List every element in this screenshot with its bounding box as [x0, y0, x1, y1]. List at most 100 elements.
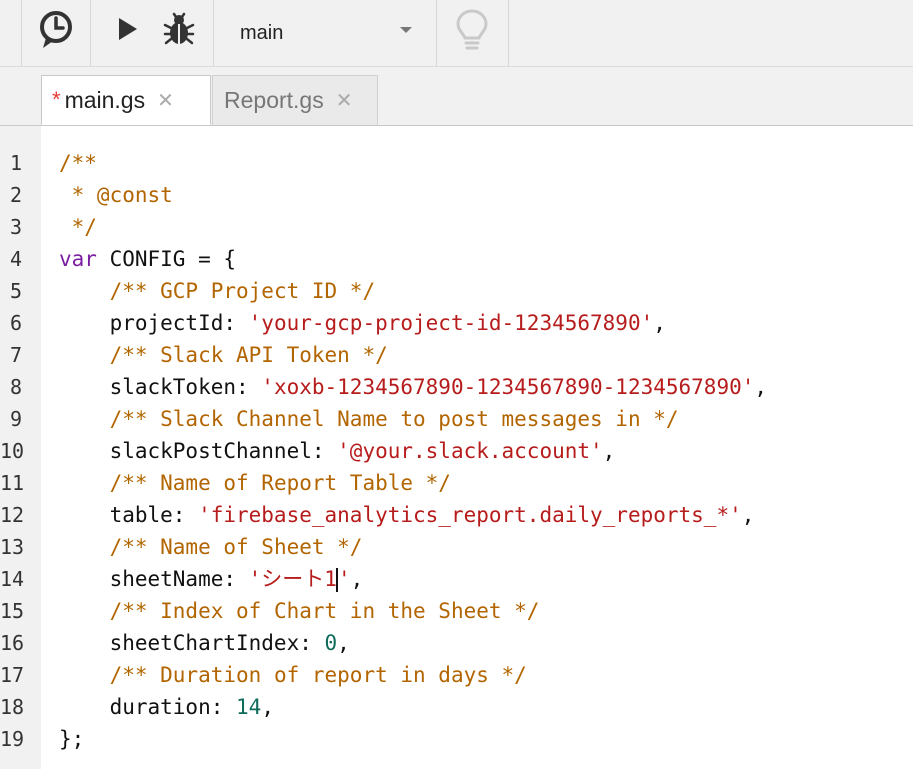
code-line: sheetName: 'シート1', [59, 563, 363, 595]
code-comment: /** Index of Chart in the Sheet */ [109, 599, 540, 623]
code-text: table: [59, 503, 199, 527]
line-number: 17 [0, 663, 25, 687]
code-line: table: 'firebase_analytics_report.daily_… [59, 499, 755, 531]
code-number: 14 [236, 695, 262, 719]
code-text: , [261, 695, 274, 719]
code-keyword: var [59, 247, 97, 271]
code-line: /** Slack Channel Name to post messages … [59, 403, 679, 435]
code-line: /** GCP Project ID */ [59, 275, 376, 307]
line-number: 8 [9, 375, 22, 399]
line-number: 12 [0, 503, 25, 527]
code-text: slackToken: [59, 375, 262, 399]
code-text: duration: [59, 695, 237, 719]
line-number: 1 [9, 151, 22, 175]
close-icon[interactable]: ✕ [336, 88, 353, 113]
line-number: 10 [0, 439, 25, 463]
chevron-down-icon [400, 27, 412, 33]
line-number: 5 [9, 279, 22, 303]
function-select-value: main [240, 21, 284, 44]
code-comment: /** Name of Sheet */ [109, 535, 363, 559]
debug-bug-icon[interactable] [158, 8, 200, 50]
run-icon[interactable] [110, 12, 144, 46]
code-text: , [741, 503, 755, 527]
toolbar-divider [436, 0, 437, 66]
line-number: 4 [9, 247, 22, 271]
code-line: /** Name of Report Table */ [59, 467, 451, 499]
close-icon[interactable]: ✕ [157, 88, 174, 113]
code-text: CONFIG = { [96, 247, 237, 271]
code-line: slackToken: 'xoxb-1234567890-1234567890-… [59, 371, 767, 403]
line-number: 15 [0, 599, 25, 623]
line-number: 13 [0, 535, 25, 559]
code-comment: /** Slack Channel Name to post messages … [109, 407, 679, 431]
code-text: , [337, 631, 350, 655]
code-text: }; [59, 727, 85, 751]
code-string: 'firebase_analytics_report.daily_reports… [198, 503, 742, 527]
code-text: projectId: [59, 311, 249, 335]
code-text: , [653, 311, 666, 335]
line-number: 6 [9, 311, 22, 335]
code-line: /** Duration of report in days */ [59, 659, 527, 691]
code-text: , [602, 439, 616, 463]
lightbulb-icon[interactable] [450, 6, 494, 54]
code-line: */ [59, 211, 97, 243]
code-comment: */ [59, 215, 97, 239]
code-comment: /** Name of Report Table */ [109, 471, 451, 495]
code-line: /** Index of Chart in the Sheet */ [59, 595, 540, 627]
toolbar-divider [508, 0, 509, 66]
file-tabs: * main.gs ✕ Report.gs ✕ [0, 67, 913, 126]
toolbar: main [0, 0, 913, 67]
line-number: 19 [0, 727, 25, 751]
code-comment: /** Duration of report in days */ [109, 663, 527, 687]
code-comment: /** Slack API Token */ [109, 343, 388, 367]
line-number: 14 [0, 567, 25, 591]
code-text: , [754, 375, 768, 399]
tab-label: main.gs [64, 86, 146, 113]
code-line: * @const [59, 179, 173, 211]
triggers-clock-icon[interactable] [34, 8, 78, 52]
tab-label: Report.gs [224, 87, 324, 113]
tab-main-gs[interactable]: * main.gs ✕ [41, 75, 211, 125]
code-string: 'シート1 [248, 567, 337, 591]
toolbar-divider [90, 0, 91, 66]
line-number: 11 [0, 471, 25, 495]
line-number: 9 [9, 407, 22, 431]
line-number: 2 [9, 183, 22, 207]
code-line: var CONFIG = { [59, 243, 236, 275]
code-text: sheetName: [59, 567, 249, 591]
code-line: projectId: 'your-gcp-project-id-12345678… [59, 307, 666, 339]
code-number: 0 [324, 631, 338, 655]
modified-indicator: * [52, 87, 61, 112]
code-line: slackPostChannel: '@your.slack.account', [59, 435, 616, 467]
code-line: /** [59, 147, 97, 179]
code-line: }; [59, 723, 84, 755]
function-select[interactable]: main [214, 0, 436, 66]
code-comment: * @const [59, 183, 173, 207]
code-line: sheetChartIndex: 0, [59, 627, 350, 659]
code-text: sheetChartIndex: [59, 631, 325, 655]
line-number: 16 [0, 631, 25, 655]
code-line: /** Name of Sheet */ [59, 531, 363, 563]
code-text: , [350, 567, 364, 591]
code-editor[interactable]: 1 /** 2 * @const 3 */ 4 var CONFIG = { 5 /** G… [0, 126, 913, 769]
line-number: 18 [0, 695, 25, 719]
code-text: slackPostChannel: [59, 439, 338, 463]
line-number: 7 [9, 343, 22, 367]
code-string: '@your.slack.account' [337, 439, 603, 463]
line-number: 3 [9, 215, 22, 239]
code-string: 'your-gcp-project-id-1234567890' [248, 311, 654, 335]
tab-report-gs[interactable]: Report.gs ✕ [212, 75, 378, 125]
code-comment: /** [59, 151, 97, 175]
code-line: duration: 14, [59, 691, 274, 723]
code-line: /** Slack API Token */ [59, 339, 388, 371]
code-string: 'xoxb-1234567890-1234567890-1234567890' [261, 375, 755, 399]
toolbar-divider [21, 0, 22, 66]
code-comment: /** GCP Project ID */ [109, 279, 376, 303]
